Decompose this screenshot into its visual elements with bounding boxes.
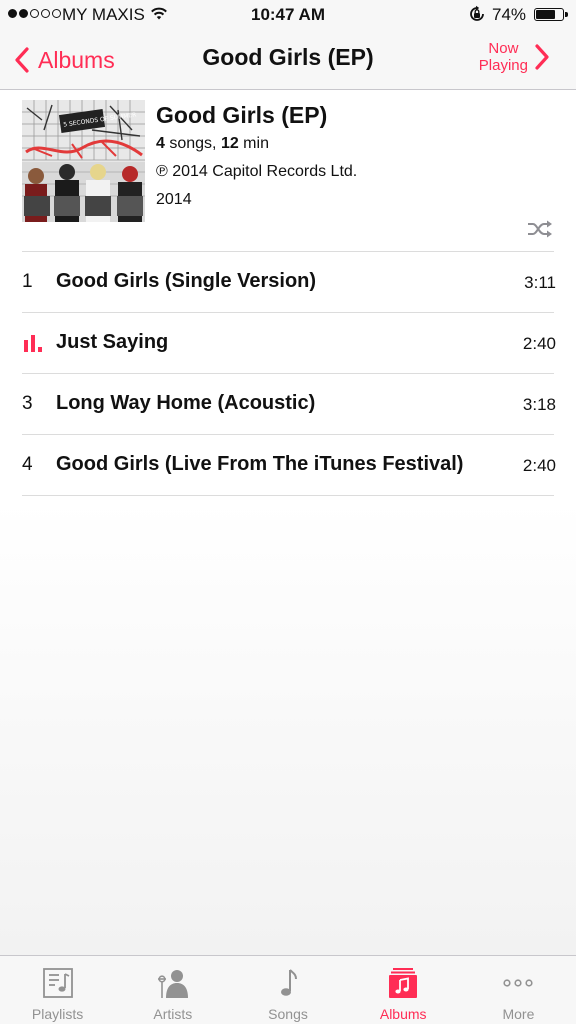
battery-percentage: 74% — [492, 5, 527, 24]
status-bar: MY MAXIS 10:47 AM 74% — [0, 0, 576, 30]
tab-bar: Playlists Artists Songs Albums More — [0, 955, 576, 1024]
album-year: 2014 — [156, 191, 192, 208]
track-title: Just Saying — [56, 331, 169, 353]
tab-albums[interactable]: Albums — [346, 956, 461, 1024]
track-duration: 3:11 — [524, 273, 556, 292]
album-copyright: ℗ 2014 Capitol Records Ltd. — [156, 163, 358, 180]
track-duration: 2:40 — [522, 334, 556, 353]
playlists-icon — [42, 968, 73, 998]
track-title: Good Girls (Single Version) — [56, 270, 317, 292]
tab-label: Playlists — [31, 1006, 84, 1022]
tab-artists[interactable]: Artists — [115, 956, 230, 1024]
track-list: 1 Good Girls (Single Version) 3:11 Just … — [0, 252, 576, 496]
now-playing-button[interactable]: Now Playing — [470, 40, 550, 74]
chevron-right-icon — [535, 44, 549, 70]
tab-label: Songs — [268, 1006, 308, 1022]
track-duration: 3:18 — [522, 395, 556, 414]
tab-label: More — [502, 1006, 535, 1022]
music-app-screen: MY MAXIS 10:47 AM 74% Albums Good Girls … — [0, 0, 576, 1024]
shuffle-icon[interactable] — [527, 220, 553, 238]
tab-label: Artists — [153, 1006, 193, 1022]
track-duration: 2:40 — [522, 456, 556, 475]
rotation-lock-icon — [470, 5, 484, 21]
track-number: 1 — [22, 271, 33, 292]
album-cover-art: 5 SECONDS OF SUMMER — [22, 100, 145, 222]
album-song-count: 4 songs, 12 min — [156, 135, 269, 152]
artists-icon — [157, 970, 188, 998]
more-icon — [503, 979, 534, 987]
track-title: Long Way Home (Acoustic) — [56, 392, 316, 414]
now-playing-equalizer-icon — [24, 335, 42, 352]
track-number: 4 — [22, 454, 33, 475]
songs-icon — [281, 969, 297, 996]
albums-icon — [389, 968, 418, 998]
track-row-now-playing[interactable]: Just Saying 2:40 — [0, 313, 576, 374]
track-number: 3 — [22, 393, 33, 414]
status-time: 10:47 AM — [250, 5, 325, 24]
tab-label: Albums — [379, 1006, 427, 1022]
navigation-bar: Albums Good Girls (EP) Now Playing — [0, 30, 576, 90]
track-row[interactable]: 4 Good Girls (Live From The iTunes Festi… — [0, 435, 576, 496]
track-row[interactable]: 3 Long Way Home (Acoustic) 3:18 — [0, 374, 576, 435]
tab-playlists[interactable]: Playlists — [0, 956, 115, 1024]
tab-songs[interactable]: Songs — [230, 956, 345, 1024]
tab-more[interactable]: More — [461, 956, 576, 1024]
track-row[interactable]: 1 Good Girls (Single Version) 3:11 — [0, 252, 576, 313]
track-title: Good Girls (Live From The iTunes Festiva… — [56, 453, 464, 475]
battery-icon — [534, 8, 568, 21]
now-playing-label: Now Playing — [478, 40, 528, 74]
album-title: Good Girls (EP) — [156, 102, 328, 128]
